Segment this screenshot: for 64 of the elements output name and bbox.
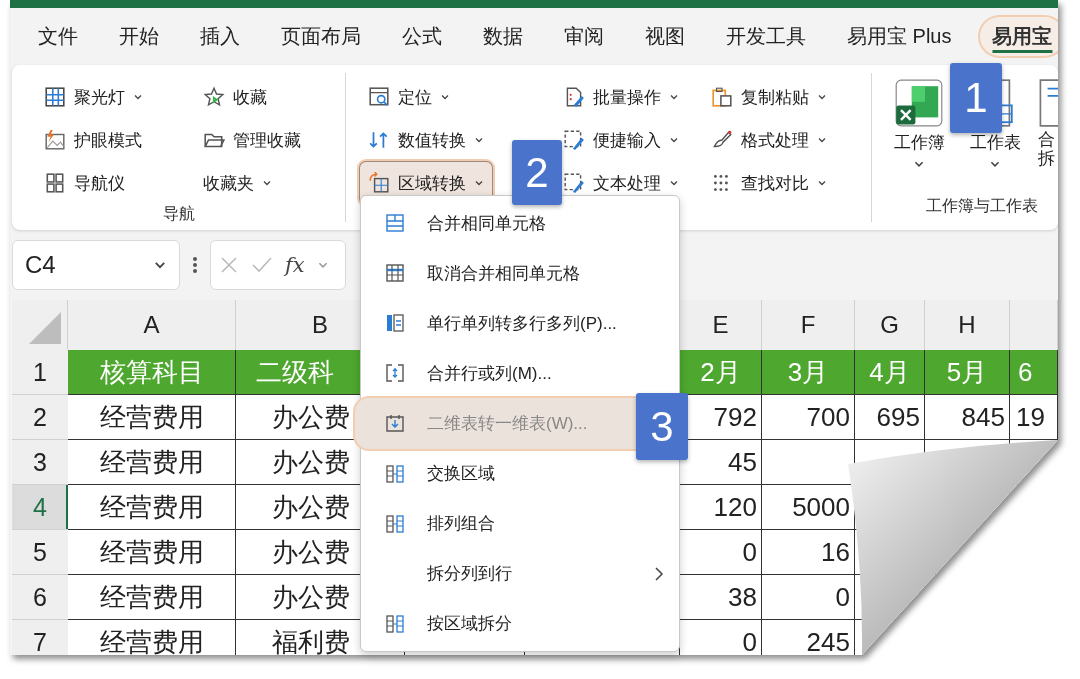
table-cell: 700: [762, 395, 855, 440]
ribbon-tab[interactable]: 插入: [188, 17, 252, 56]
header-cell: 3月: [762, 350, 855, 395]
group-label: 导航: [161, 204, 196, 224]
table-cell: 0: [762, 575, 855, 620]
table-cell: 695: [855, 395, 925, 440]
header-cell: 4月: [855, 350, 925, 395]
table-cell: 19: [1010, 395, 1058, 440]
row-header[interactable]: 6: [12, 575, 68, 620]
row-header[interactable]: 5: [12, 530, 68, 575]
ribbon-button[interactable]: 聚光灯: [36, 76, 151, 118]
ribbon-large-button[interactable]: 合拆: [1038, 73, 1058, 196]
ribbon-button[interactable]: 护眼模式: [36, 119, 150, 161]
ribbon-tab[interactable]: 易用宝: [980, 17, 1058, 56]
ribbon-button[interactable]: 数值转换: [360, 119, 492, 161]
ribbon-button[interactable]: 复制粘贴: [703, 76, 836, 118]
ribbon-tab[interactable]: 页面布局: [269, 17, 373, 56]
ribbon-tab[interactable]: 视图: [633, 17, 697, 56]
row-header[interactable]: 3: [12, 440, 68, 485]
ribbon-button[interactable]: 格式处理: [703, 119, 836, 161]
ribbon-button[interactable]: 定位: [360, 76, 458, 118]
step-number-tooltip: 3: [636, 393, 688, 460]
header-cell: 5月: [925, 350, 1010, 395]
column-header[interactable]: G: [855, 300, 925, 350]
table-cell: 16: [762, 530, 855, 575]
table-cell: 经营费用: [68, 530, 236, 575]
name-box[interactable]: C4: [12, 240, 180, 290]
column-header[interactable]: E: [680, 300, 762, 350]
ribbon-tab[interactable]: 开发工具: [714, 17, 818, 56]
header-cell: 2月: [680, 350, 762, 395]
group-label: 工作簿与工作表: [925, 196, 1039, 216]
step-number-tooltip: 1: [950, 63, 1002, 133]
ribbon-tab[interactable]: 公式: [390, 17, 454, 56]
ribbon-button[interactable]: 导航仪: [36, 162, 133, 204]
ribbon-button[interactable]: 管理收藏: [195, 119, 310, 161]
header-cell: 核算科目: [68, 350, 236, 395]
table-cell: 经营费用: [68, 440, 236, 485]
ribbon-tab[interactable]: 开始: [107, 17, 171, 56]
ribbon-tab[interactable]: 数据: [471, 17, 535, 56]
row-header[interactable]: 4: [12, 485, 68, 530]
ribbon-tab[interactable]: 文件: [26, 17, 90, 56]
column-header[interactable]: F: [762, 300, 855, 350]
ribbon-button[interactable]: 收藏: [195, 76, 276, 118]
row-header[interactable]: 1: [12, 350, 68, 395]
insert-function-button[interactable]: fx: [285, 253, 305, 277]
column-header[interactable]: H: [925, 300, 1010, 350]
header-cell: 6: [1010, 350, 1058, 395]
table-cell: 经营费用: [68, 395, 236, 440]
table-cell: 经营费用: [68, 620, 236, 655]
ribbon-button[interactable]: 收藏夹: [195, 162, 281, 204]
ribbon-tab[interactable]: 易用宝 Plus: [835, 17, 964, 56]
table-cell: 经营费用: [68, 575, 236, 620]
row-header[interactable]: 2: [12, 395, 68, 440]
row-header[interactable]: 7: [12, 620, 68, 655]
step-number-tooltip: 2: [512, 140, 562, 205]
table-cell: 845: [925, 395, 1010, 440]
ribbon-button[interactable]: 批量操作: [555, 76, 688, 118]
table-cell: 经营费用: [68, 485, 236, 530]
dropdown-menu-item[interactable]: 取消合并相同单元格: [361, 248, 679, 299]
column-header[interactable]: A: [68, 300, 236, 350]
table-cell: 245: [762, 620, 855, 655]
ribbon-tab[interactable]: 审阅: [552, 17, 616, 56]
ribbon-large-button[interactable]: 工作簿: [886, 73, 952, 196]
ribbon-button[interactable]: 查找对比: [703, 162, 836, 204]
